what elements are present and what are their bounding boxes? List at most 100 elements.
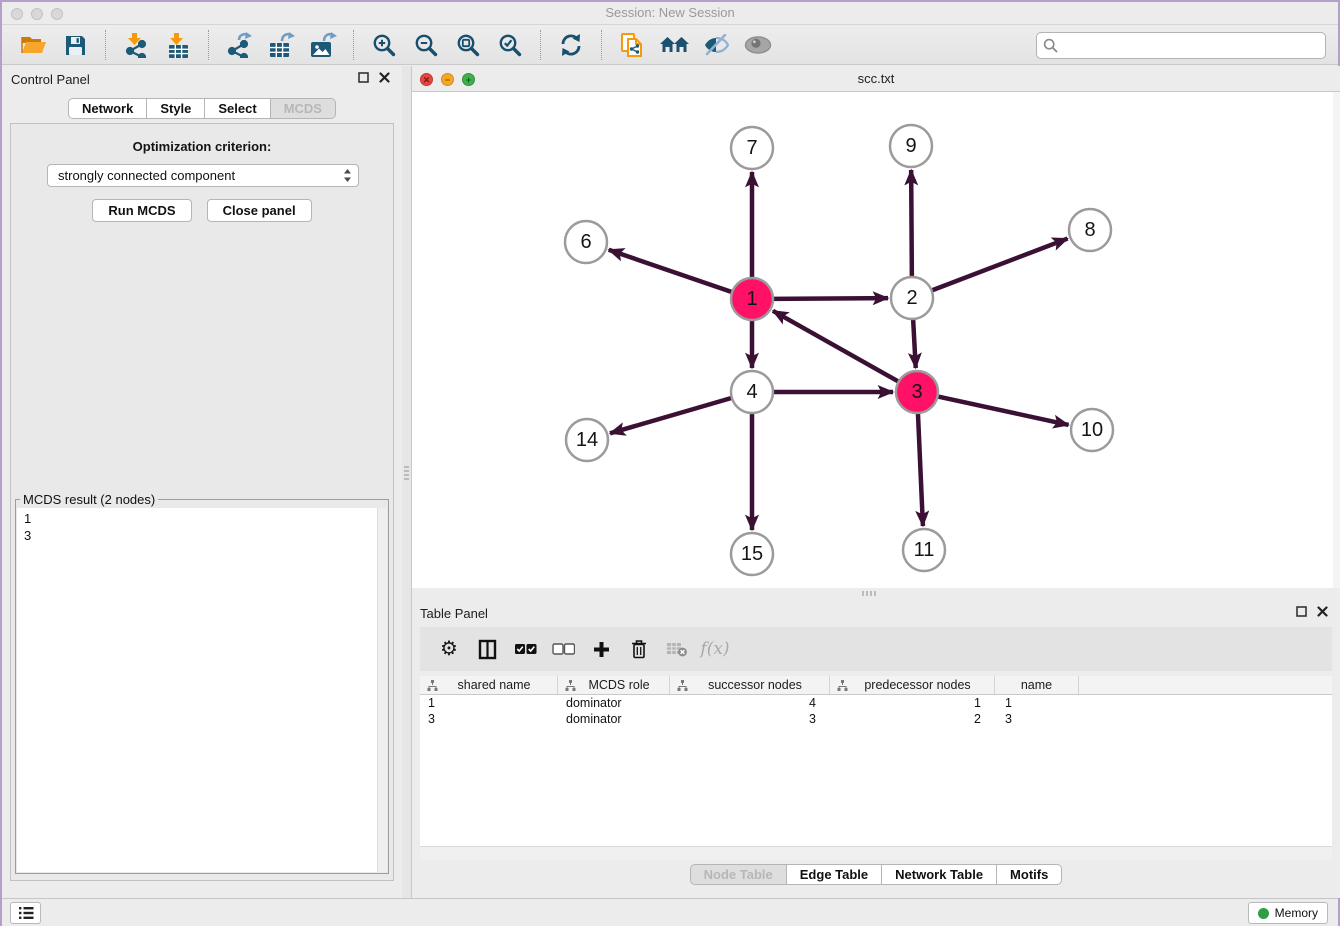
hide-selected-button[interactable] [699,29,733,61]
zoom-traffic-light[interactable] [51,8,63,20]
graph-edge-2-9[interactable] [911,170,912,277]
column-header-predecessor-nodes[interactable]: predecessor nodes [830,676,995,694]
eye-icon [744,35,772,55]
create-column-button[interactable] [586,634,616,664]
graph-node-15[interactable]: 15 [731,533,773,575]
copy-documents-icon [620,32,645,59]
column-header-mcds-role[interactable]: MCDS role [558,676,670,694]
graph-node-3[interactable]: 3 [896,371,938,413]
save-session-button[interactable] [58,29,92,61]
trash-icon [630,639,648,659]
run-mcds-button[interactable]: Run MCDS [92,199,191,222]
network-scrollbar[interactable] [1333,92,1340,588]
graph-edge-3-11[interactable] [918,413,923,526]
tab-network[interactable]: Network [68,98,147,119]
svg-text:10: 10 [1081,419,1103,441]
export-network-button[interactable] [222,29,256,61]
table-horizontal-scrollbar[interactable] [420,846,1332,860]
control-panel-tabs: Network Style Select MCDS [2,98,402,119]
delete-table-button[interactable] [662,634,692,664]
mcds-result-fieldset: MCDS result (2 nodes) 1 3 [15,492,389,874]
column-header-name[interactable]: name [995,676,1079,694]
graph-edge-2-8[interactable] [932,239,1068,291]
unchecked-boxes-icon [552,643,575,655]
graph-node-8[interactable]: 8 [1069,209,1111,251]
close-panel-button[interactable]: Close panel [207,199,312,222]
network-canvas[interactable]: 7 9 6 8 1 2 4 3 14 10 15 11 [412,92,1340,588]
show-columns-button[interactable] [472,634,502,664]
zoom-selected-button[interactable] [493,29,527,61]
graph-node-4[interactable]: 4 [731,371,773,413]
task-history-button[interactable] [10,902,41,924]
zoom-out-button[interactable] [409,29,443,61]
select-all-button[interactable] [510,634,540,664]
home-layout-button[interactable] [657,29,691,61]
export-table-button[interactable] [264,29,298,61]
graph-edge-1-6[interactable] [609,250,732,292]
refresh-button[interactable] [554,29,588,61]
node-table-header: shared name MCDS role successor nodes pr… [420,676,1332,695]
graph-edge-4-14[interactable] [610,398,732,433]
graph-node-2[interactable]: 2 [891,277,933,319]
tab-select[interactable]: Select [205,98,270,119]
deselect-all-button[interactable] [548,634,578,664]
import-table-button[interactable] [161,29,195,61]
horizontal-splitter[interactable] [412,588,1340,600]
export-image-button[interactable] [306,29,340,61]
float-panel-icon[interactable] [358,72,369,83]
column-header-shared-name[interactable]: shared name [420,676,558,694]
mcds-result-list[interactable]: 1 3 [17,508,387,872]
tab-node-table[interactable]: Node Table [690,864,787,885]
minimize-traffic-light[interactable] [31,8,43,20]
graph-node-10[interactable]: 10 [1071,409,1113,451]
tab-style[interactable]: Style [147,98,205,119]
memory-button[interactable]: Memory [1248,902,1328,924]
graph-node-6[interactable]: 6 [565,221,607,263]
optimization-criterion-label: Optimization criterion: [11,139,393,154]
table-row[interactable]: 1 dominator 4 1 1 [420,695,1332,711]
copy-style-button[interactable] [615,29,649,61]
float-panel-icon[interactable] [1296,606,1307,617]
close-traffic-light[interactable] [11,8,23,20]
graph-node-11[interactable]: 11 [903,529,945,571]
function-builder-button[interactable]: f(x) [700,634,730,664]
table-settings-button[interactable]: ⚙ [434,634,464,664]
control-panel-title: Control Panel [11,72,90,87]
search-box[interactable] [1036,32,1326,59]
zoom-in-button[interactable] [367,29,401,61]
import-network-button[interactable] [119,29,153,61]
search-input[interactable] [1062,35,1325,57]
criterion-select[interactable]: strongly connected component [47,164,359,187]
network-graph[interactable]: 7 9 6 8 1 2 4 3 14 10 15 11 [412,92,1340,588]
tab-motifs[interactable]: Motifs [997,864,1062,885]
table-panel-header: Table Panel [412,600,1340,627]
graph-edge-2-3[interactable] [913,319,916,368]
criterion-select-value: strongly connected component [58,168,343,183]
network-close-icon[interactable]: ✕ [420,73,433,86]
graph-node-14[interactable]: 14 [566,419,608,461]
graph-edge-3-10[interactable] [938,396,1069,424]
network-minimize-icon[interactable]: − [441,73,454,86]
result-scrollbar[interactable] [377,508,387,872]
tab-mcds[interactable]: MCDS [271,98,336,119]
delete-column-button[interactable] [624,634,654,664]
export-image-icon [309,32,337,59]
graph-edge-3-1[interactable] [773,311,899,382]
graph-edge-1-2[interactable] [773,298,888,299]
close-panel-icon[interactable] [379,72,390,83]
memory-status-icon [1258,908,1269,919]
open-session-button[interactable] [16,29,50,61]
column-header-successor-nodes[interactable]: successor nodes [670,676,830,694]
network-maximize-icon[interactable]: + [462,73,475,86]
close-panel-icon[interactable] [1317,606,1328,617]
tab-edge-table[interactable]: Edge Table [787,864,882,885]
graph-node-1[interactable]: 1 [731,278,773,320]
vertical-splitter[interactable] [402,66,412,898]
graph-node-7[interactable]: 7 [731,127,773,169]
network-view-window: ✕ − + scc.txt 7968124314101511 [412,66,1340,588]
tab-network-table[interactable]: Network Table [882,864,997,885]
graph-node-9[interactable]: 9 [890,125,932,167]
zoom-fit-button[interactable] [451,29,485,61]
show-all-button[interactable] [741,29,775,61]
table-row[interactable]: 3 dominator 3 2 3 [420,711,1332,727]
